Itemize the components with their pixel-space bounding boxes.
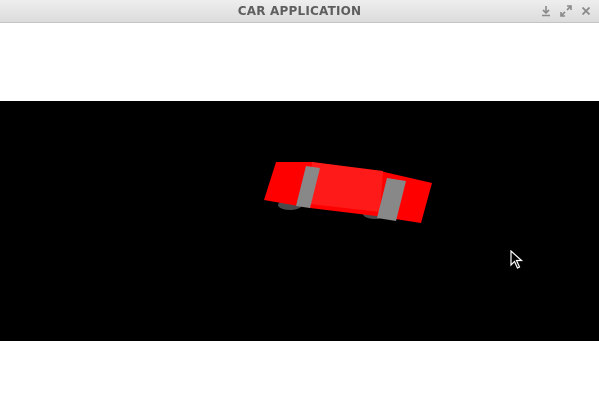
- minimize-button[interactable]: [538, 3, 554, 19]
- render-viewport[interactable]: [0, 101, 599, 341]
- window-title: CAR APPLICATION: [237, 4, 362, 18]
- minimize-icon: [542, 6, 550, 17]
- maximize-icon: [560, 5, 572, 17]
- close-icon: [581, 6, 591, 16]
- mouse-cursor-icon: [510, 250, 523, 269]
- scene-canvas: [264, 162, 432, 223]
- car-roof: [310, 162, 383, 212]
- close-button[interactable]: [578, 3, 594, 19]
- car-model: [264, 162, 432, 223]
- maximize-button[interactable]: [558, 3, 574, 19]
- window-titlebar[interactable]: CAR APPLICATION: [0, 0, 599, 23]
